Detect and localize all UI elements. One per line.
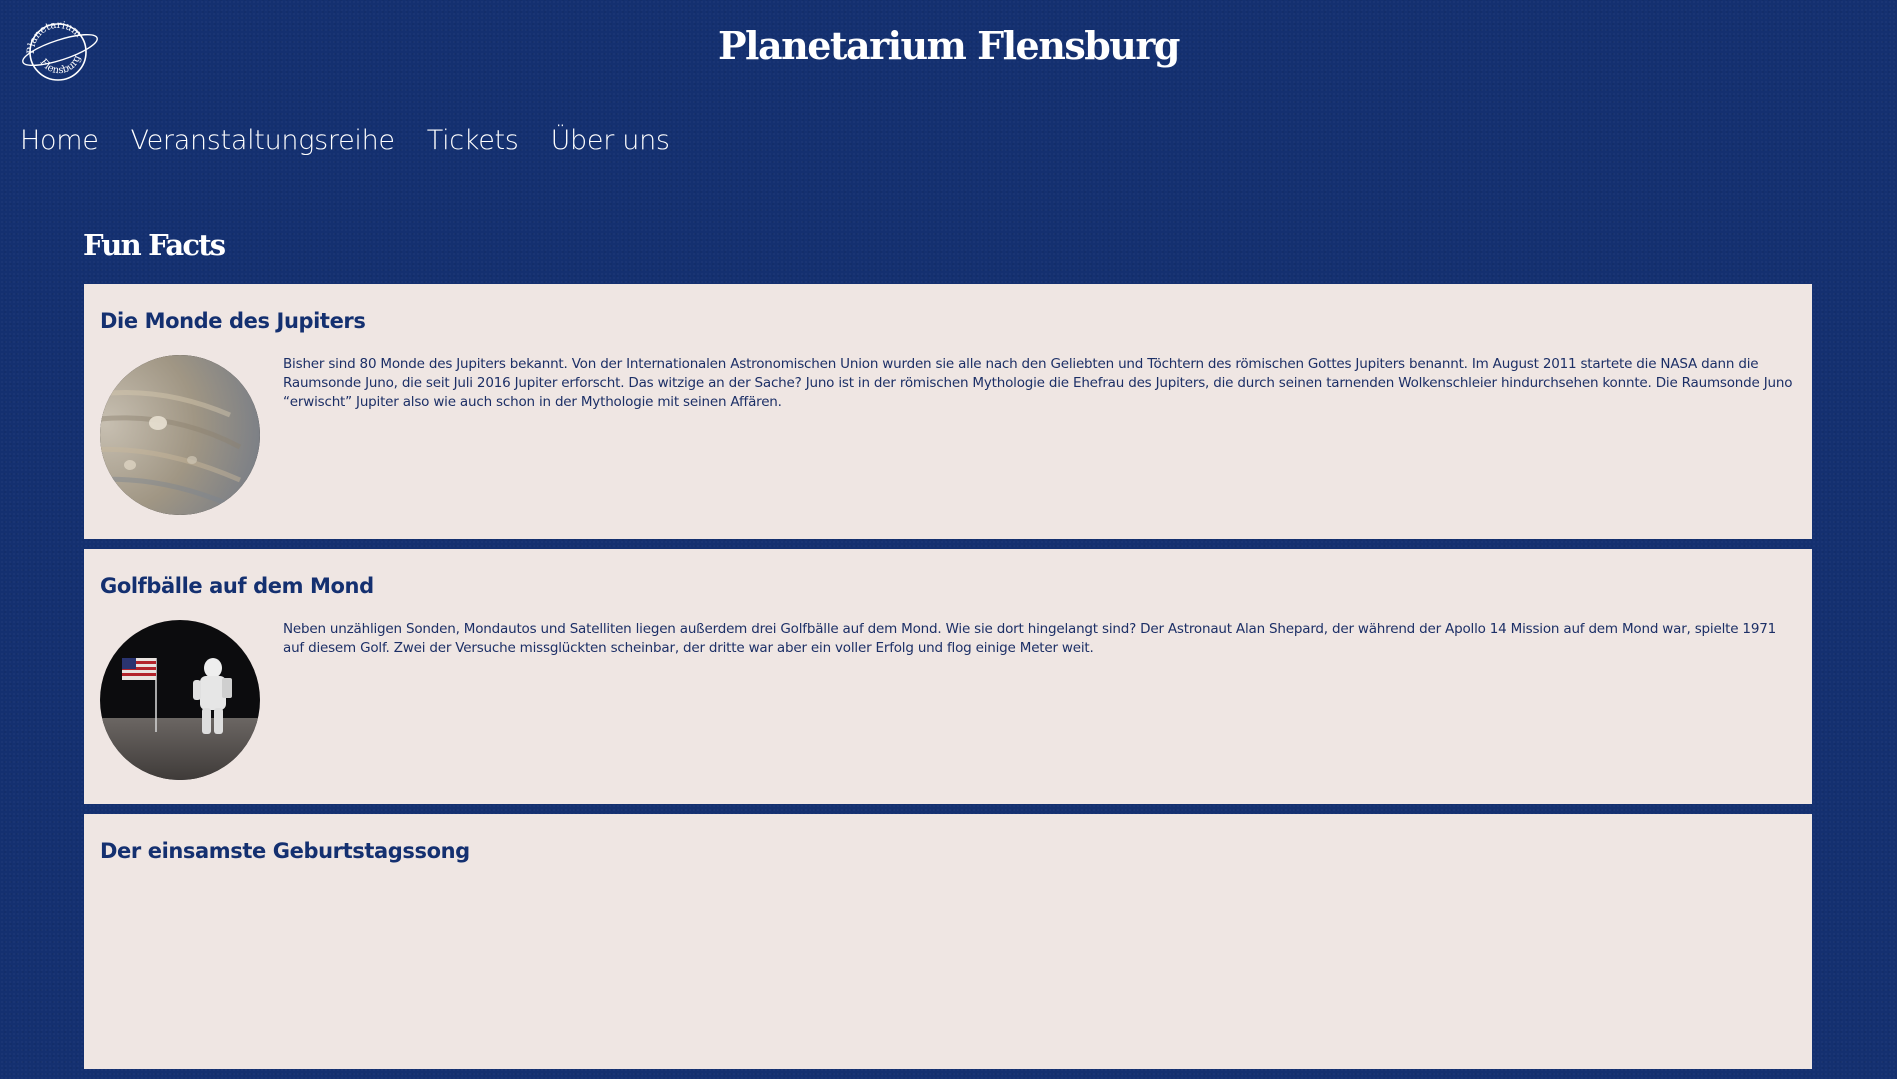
fun-fact-card: Golfbälle auf dem Mond Neben unzähligen … (84, 549, 1812, 804)
nav-item-home[interactable]: Home (20, 120, 99, 162)
site-title: Planetarium Flensburg (717, 23, 1181, 68)
fun-fact-card: Der einsamste Geburtstagssong (84, 814, 1812, 1069)
astronaut-on-moon-photo-icon (100, 620, 260, 780)
card-text: Neben unzähligen Sonden, Mondautos und S… (283, 621, 1776, 656)
card-text: Bisher sind 80 Monde des Jupiters bekann… (283, 356, 1793, 410)
nav-item-tickets[interactable]: Tickets (427, 120, 519, 162)
card-title: Der einsamste Geburtstagssong (100, 839, 470, 863)
section-heading-fun-facts: Fun Facts (83, 228, 226, 262)
main-nav: Home Veranstaltungsreihe Tickets Über un… (20, 120, 670, 162)
fun-fact-card: Die Monde des Jupiters Bisher sind 80 Mo… (84, 284, 1812, 539)
nav-item-ueber-uns[interactable]: Über uns (551, 120, 670, 162)
card-title: Golfbälle auf dem Mond (100, 574, 374, 598)
nav-item-veranstaltungsreihe[interactable]: Veranstaltungsreihe (131, 120, 395, 162)
card-title: Die Monde des Jupiters (100, 309, 366, 333)
fun-facts-list: Die Monde des Jupiters Bisher sind 80 Mo… (84, 284, 1812, 1079)
jupiter-photo-icon (100, 355, 260, 515)
